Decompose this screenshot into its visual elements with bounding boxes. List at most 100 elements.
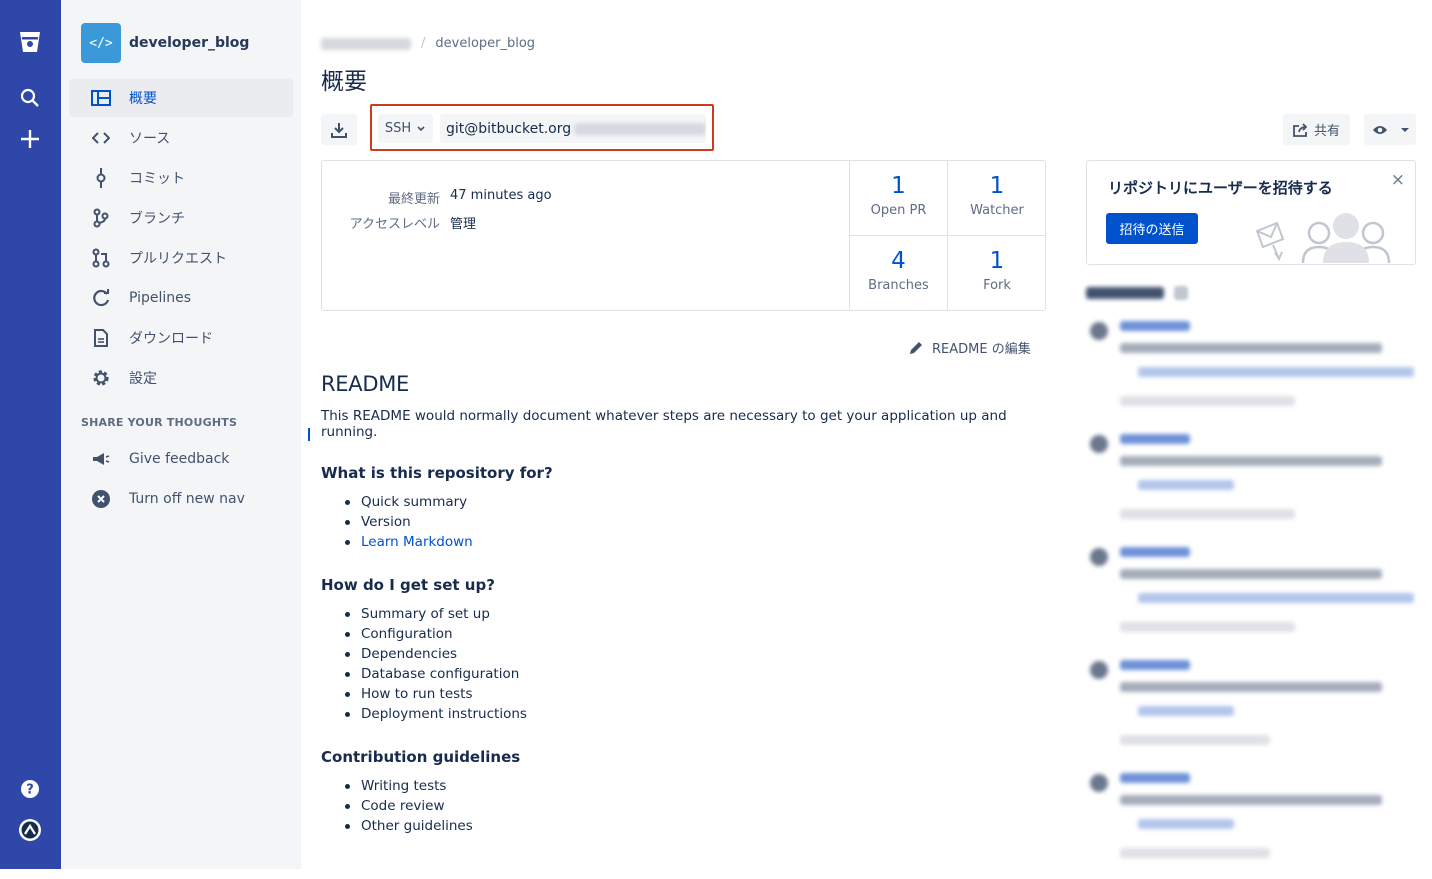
invite-title: リポジトリにユーザーを招待する xyxy=(1108,179,1333,197)
stat-branches[interactable]: 4 Branches xyxy=(850,236,948,311)
sidebar-item-source[interactable]: ソース xyxy=(69,119,293,157)
activity-item[interactable] xyxy=(1086,769,1416,879)
gear-icon xyxy=(89,368,113,388)
commit-icon xyxy=(89,168,113,188)
sidebar-item-pipelines[interactable]: Pipelines xyxy=(69,279,293,317)
breadcrumb-separator: / xyxy=(421,36,426,51)
turn-off-new-nav-label: Turn off new nav xyxy=(129,491,245,507)
repo-info-panel: 最終更新 47 minutes ago アクセスレベル 管理 1 Open PR… xyxy=(321,160,1046,311)
stat-number: 1 xyxy=(891,173,906,199)
repo-avatar: </> xyxy=(81,23,121,63)
readme-content: README This README would normally docume… xyxy=(321,372,1061,836)
download-icon xyxy=(331,122,347,138)
clone-box: SSH git@bitbucket.org xyxy=(370,104,714,151)
learn-markdown-link[interactable]: Learn Markdown xyxy=(345,532,1061,552)
send-invite-button[interactable]: 招待の送信 xyxy=(1106,213,1198,244)
edit-readme-link[interactable]: README の編集 xyxy=(909,338,1031,357)
list-item: Dependencies xyxy=(345,644,1061,664)
sidebar-item-label: ダウンロード xyxy=(129,331,213,347)
sidebar-item-commits[interactable]: コミット xyxy=(69,159,293,197)
list-item: Other guidelines xyxy=(345,816,1061,836)
give-feedback-label: Give feedback xyxy=(129,451,230,467)
list-item: Database configuration xyxy=(345,664,1061,684)
repo-header[interactable]: </> developer_blog xyxy=(81,23,249,63)
download-button[interactable] xyxy=(321,114,357,145)
repo-name[interactable]: developer_blog xyxy=(129,35,249,51)
stat-number: 1 xyxy=(989,248,1005,274)
activity-item[interactable] xyxy=(1086,656,1416,766)
breadcrumb: / developer_blog xyxy=(321,36,535,51)
turn-off-new-nav-link[interactable]: Turn off new nav xyxy=(69,480,293,518)
readme-list: Quick summary Version Learn Markdown xyxy=(345,492,1061,552)
activity-filter-icon[interactable] xyxy=(1174,286,1188,300)
chevron-down-icon xyxy=(417,125,425,131)
stat-open-pr[interactable]: 1 Open PR xyxy=(850,161,948,236)
breadcrumb-owner-redacted[interactable] xyxy=(321,37,411,50)
close-icon[interactable]: × xyxy=(1391,170,1405,190)
bitbucket-logo-icon[interactable] xyxy=(16,28,44,56)
list-item: Writing tests xyxy=(345,776,1061,796)
list-item: Code review xyxy=(345,796,1061,816)
repo-stats: 1 Open PR 1 Watcher 4 Branches 1 Fork xyxy=(849,161,1046,311)
stat-label: Watcher xyxy=(970,203,1024,218)
chevron-down-icon xyxy=(1401,127,1409,132)
watch-button[interactable] xyxy=(1364,114,1416,145)
sidebar-item-overview[interactable]: 概要 xyxy=(69,79,293,117)
activity-item[interactable] xyxy=(1086,430,1416,540)
activity-item[interactable] xyxy=(1086,543,1416,653)
list-item: Summary of set up xyxy=(345,604,1061,624)
stat-watchers[interactable]: 1 Watcher xyxy=(948,161,1046,236)
sidebar-item-settings[interactable]: 設定 xyxy=(69,359,293,397)
readme-intro: This README would normally document what… xyxy=(321,408,1007,440)
pencil-icon xyxy=(910,341,922,354)
sidebar-item-pull-requests[interactable]: プルリクエスト xyxy=(69,239,293,277)
search-icon[interactable] xyxy=(16,84,44,112)
edit-readme-label: README の編集 xyxy=(932,342,1031,357)
activity-item[interactable] xyxy=(1086,317,1416,427)
breadcrumb-repo[interactable]: developer_blog xyxy=(435,36,535,51)
text-cursor xyxy=(308,428,310,441)
give-feedback-link[interactable]: Give feedback xyxy=(69,440,293,478)
profile-avatar-icon[interactable] xyxy=(16,816,44,844)
last-updated-row: 最終更新 47 minutes ago xyxy=(322,188,552,207)
sidebar: </> developer_blog 概要 ソース コミット ブランチ プルリク… xyxy=(61,0,301,869)
list-item: How to run tests xyxy=(345,684,1061,704)
list-item: Version xyxy=(345,512,1061,532)
sidebar-item-label: 概要 xyxy=(129,91,157,107)
stat-label: Branches xyxy=(868,278,929,293)
pipelines-icon xyxy=(89,289,113,307)
clone-url-field[interactable]: git@bitbucket.org xyxy=(440,114,706,143)
code-icon xyxy=(89,132,113,144)
megaphone-icon xyxy=(89,452,113,466)
share-button[interactable]: 共有 xyxy=(1283,114,1350,145)
invite-users-panel: リポジトリにユーザーを招待する × 招待の送信 xyxy=(1086,160,1416,265)
readme-list: Summary of set up Configuration Dependen… xyxy=(345,604,1061,724)
last-updated-value: 47 minutes ago xyxy=(450,188,552,203)
plus-icon[interactable] xyxy=(16,125,44,153)
sidebar-item-label: ブランチ xyxy=(129,211,185,227)
sidebar-item-label: Pipelines xyxy=(129,290,192,306)
sidebar-item-downloads[interactable]: ダウンロード xyxy=(69,319,293,357)
readme-section-heading: Contribution guidelines xyxy=(321,748,521,766)
clone-url-redacted xyxy=(574,122,706,135)
clone-protocol-value: SSH xyxy=(384,121,412,136)
help-icon[interactable]: ? xyxy=(16,775,44,803)
page-title: 概要 xyxy=(321,69,367,95)
main-content: / developer_blog 概要 SSH git@bitbucket.or… xyxy=(301,0,1432,869)
share-label: 共有 xyxy=(1313,124,1340,139)
eye-icon xyxy=(1373,125,1387,134)
clone-protocol-select[interactable]: SSH xyxy=(378,114,433,143)
access-level-label: アクセスレベル xyxy=(349,217,440,232)
sidebar-item-branches[interactable]: ブランチ xyxy=(69,199,293,237)
stat-number: 4 xyxy=(891,248,906,274)
invite-illustration xyxy=(1255,213,1391,263)
list-item: Configuration xyxy=(345,624,1061,644)
stat-forks[interactable]: 1 Fork xyxy=(948,236,1046,311)
activity-heading-redacted xyxy=(1086,287,1164,299)
sidebar-item-label: プルリクエスト xyxy=(129,251,227,267)
clone-url-text: git@bitbucket.org xyxy=(446,120,572,137)
sidebar-item-label: ソース xyxy=(129,131,171,147)
overview-icon xyxy=(89,90,113,106)
share-thoughts-heading: SHARE YOUR THOUGHTS xyxy=(81,416,238,429)
readme-section-heading: What is this repository for? xyxy=(321,464,553,482)
